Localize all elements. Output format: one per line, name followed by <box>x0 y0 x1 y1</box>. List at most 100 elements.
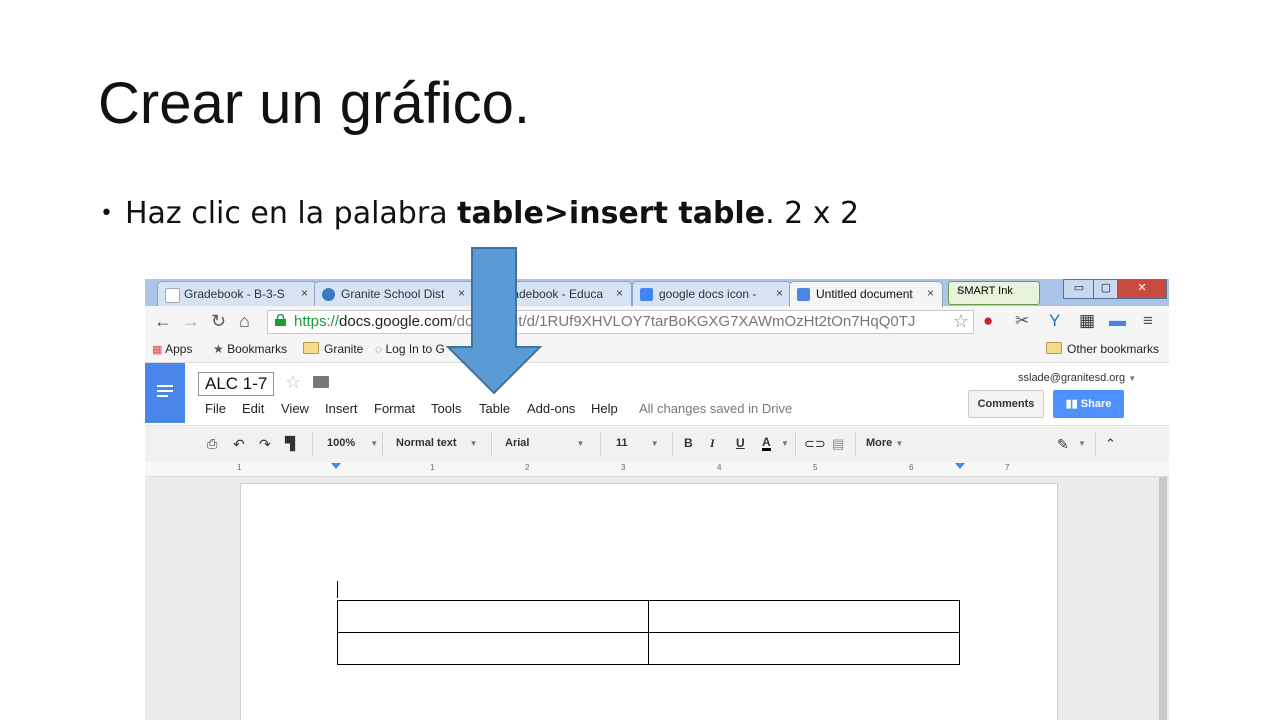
font-select[interactable]: Arial ▼ <box>505 437 584 449</box>
bold-button[interactable]: B <box>684 436 693 450</box>
menu-file[interactable]: File <box>205 401 226 416</box>
reload-icon[interactable]: ↻ <box>211 311 226 332</box>
share-button[interactable]: ▮▮ Share <box>1053 390 1124 418</box>
bookmark-label: Bookmarks <box>227 342 288 356</box>
menu-add-ons[interactable]: Add-ons <box>527 401 575 416</box>
underline-button[interactable]: U <box>736 436 745 450</box>
menu-view[interactable]: View <box>281 401 309 416</box>
docs-logo-icon[interactable] <box>145 363 185 423</box>
style-select[interactable]: Normal text ▼ <box>396 437 478 449</box>
minimize-button[interactable]: ▭ <box>1063 279 1095 299</box>
bookmark-login[interactable]: ◌ Log In to G <box>375 342 445 356</box>
docs-icon <box>797 288 810 301</box>
document-title[interactable]: ALC 1-7 <box>198 372 275 396</box>
comments-button[interactable]: Comments <box>968 390 1044 418</box>
menu-tools[interactable]: Tools <box>431 401 461 416</box>
ruler-number: 1 <box>237 463 242 472</box>
menu-table[interactable]: Table <box>479 401 510 416</box>
bookmark-label: Apps <box>165 342 193 356</box>
collapse-icon[interactable]: ⌃ <box>1105 436 1116 452</box>
close-tab-icon[interactable]: × <box>301 286 308 300</box>
menu-icon[interactable]: ≡ <box>1143 311 1153 331</box>
star-icon[interactable]: ☆ <box>285 372 301 393</box>
ruler-number: 7 <box>1005 463 1010 472</box>
table-cell[interactable] <box>648 600 960 633</box>
close-tab-icon[interactable]: × <box>776 286 783 300</box>
comment-icon[interactable]: ▤ <box>832 436 844 452</box>
right-margin-marker[interactable] <box>955 463 965 469</box>
close-window-button[interactable]: ✕ <box>1117 279 1167 299</box>
font-size-select[interactable]: 11 ▼ <box>616 437 659 449</box>
bookmark-bookmarks[interactable]: ★ Bookmarks <box>213 342 287 356</box>
bookmark-apps[interactable]: ▦ Apps <box>152 342 192 356</box>
undo-icon[interactable]: ↶ <box>233 436 245 453</box>
menu-edit[interactable]: Edit <box>242 401 264 416</box>
google-icon <box>640 288 653 301</box>
more-button[interactable]: More ▼ <box>866 437 903 449</box>
tab-label: Gradebook - B-3-S <box>184 287 285 301</box>
document-page[interactable] <box>240 483 1058 720</box>
back-arrow-icon[interactable]: ← <box>154 311 172 332</box>
forward-arrow-icon[interactable]: → <box>182 311 200 332</box>
print-icon[interactable]: ⎙ <box>207 436 217 452</box>
url-text: https://docs.google.com/document/d/1RUf9… <box>294 313 915 330</box>
bookmark-label: Log In to G <box>385 342 445 356</box>
film-icon[interactable]: ▦ <box>1079 311 1095 331</box>
bullet-text-prefix: Haz clic en la palabra <box>124 196 458 231</box>
link-icon[interactable]: ⊂⊃ <box>804 436 826 452</box>
scissors-icon[interactable]: ✂ <box>1015 311 1029 331</box>
tab-label: google docs icon - <box>659 287 757 301</box>
slide-title: Crear un gráfico. <box>98 71 530 136</box>
scrollbar[interactable] <box>1159 477 1167 720</box>
tab-google-docs-icon[interactable]: google docs icon - × <box>632 281 792 307</box>
ruler-number: 1 <box>430 463 435 472</box>
close-tab-icon[interactable]: × <box>927 286 934 300</box>
close-tab-icon[interactable]: × <box>616 286 623 300</box>
chevron-down-icon: ▼ <box>370 439 379 448</box>
lock-icon <box>275 314 286 326</box>
save-status: All changes saved in Drive <box>639 401 793 416</box>
chevron-down-icon: ▼ <box>650 439 659 448</box>
maximize-button[interactable]: ▢ <box>1093 279 1119 299</box>
tab-gradebook-1[interactable]: Gradebook - B-3-S × <box>157 281 317 307</box>
text-cursor <box>337 581 338 598</box>
menu-insert[interactable]: Insert <box>325 401 358 416</box>
bookmark-star-icon[interactable]: ☆ <box>953 311 969 332</box>
chevron-down-icon: ▼ <box>1128 374 1137 383</box>
smart-ink-toolbar[interactable]: SMART Ink ⠿ <box>948 281 1040 305</box>
indent-marker[interactable] <box>331 463 341 469</box>
ruler-number: 2 <box>525 463 530 472</box>
url-protocol: https:// <box>294 313 340 330</box>
bookmark-granite[interactable]: Granite <box>303 342 363 356</box>
menu-help[interactable]: Help <box>591 401 618 416</box>
menu-format[interactable]: Format <box>374 401 415 416</box>
key-icon[interactable]: ▬ <box>1109 311 1126 331</box>
url-bar[interactable]: https://docs.google.com/document/d/1RUf9… <box>267 310 974 334</box>
table-cell[interactable] <box>648 632 960 665</box>
table-cell[interactable] <box>337 600 649 633</box>
paint-format-icon[interactable]: ▜ <box>285 436 295 452</box>
redo-icon[interactable]: ↷ <box>259 436 271 453</box>
formatting-toolbar: ⎙ ↶ ↷ ▜ 100% ▼ Normal text ▼ Arial ▼ 11 … <box>145 425 1169 463</box>
italic-button[interactable]: I <box>710 436 715 451</box>
bookmark-other[interactable]: Other bookmarks <box>1046 342 1159 356</box>
bookmark-label: Other bookmarks <box>1067 342 1160 356</box>
share-people-icon: ▮▮ <box>1065 398 1078 410</box>
chevron-down-icon[interactable]: ▼ <box>781 439 789 448</box>
pinterest-icon[interactable]: ● <box>983 311 993 331</box>
home-icon[interactable]: ⌂ <box>239 311 250 332</box>
star-icon: ★ <box>213 342 224 356</box>
apps-grid-icon: ▦ <box>152 344 163 356</box>
inserted-table[interactable] <box>337 600 960 665</box>
address-bar-row: ← → ↻ ⌂ https://docs.google.com/document… <box>145 306 1169 338</box>
zoom-select[interactable]: 100% ▼ <box>327 437 378 449</box>
pencil-icon[interactable]: ✎ <box>1057 436 1069 453</box>
tab-untitled-document[interactable]: Untitled document × <box>789 281 943 307</box>
table-cell[interactable] <box>337 632 649 665</box>
share-label: Share <box>1080 398 1112 410</box>
extension-y-icon[interactable]: Y <box>1049 311 1060 331</box>
folder-icon[interactable] <box>313 376 329 388</box>
text-color-button[interactable]: A <box>762 436 771 451</box>
account-email[interactable]: sslade@granitesd.org ▼ <box>1018 372 1136 384</box>
chevron-down-icon[interactable]: ▼ <box>1078 439 1086 448</box>
